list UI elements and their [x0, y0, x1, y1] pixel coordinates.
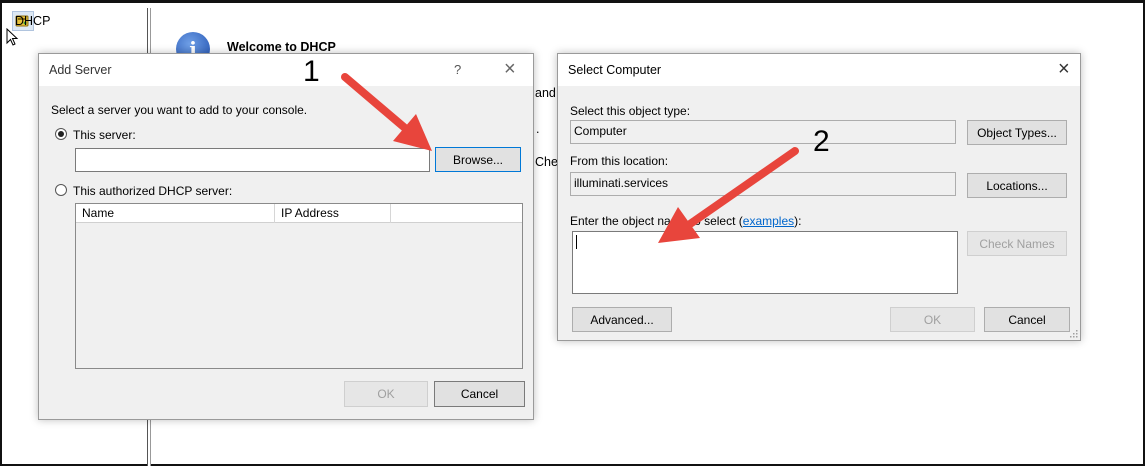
- arrow-to-browse: [341, 73, 432, 151]
- annotation-arrows: [341, 73, 799, 243]
- arrow-to-object-names: [658, 147, 799, 243]
